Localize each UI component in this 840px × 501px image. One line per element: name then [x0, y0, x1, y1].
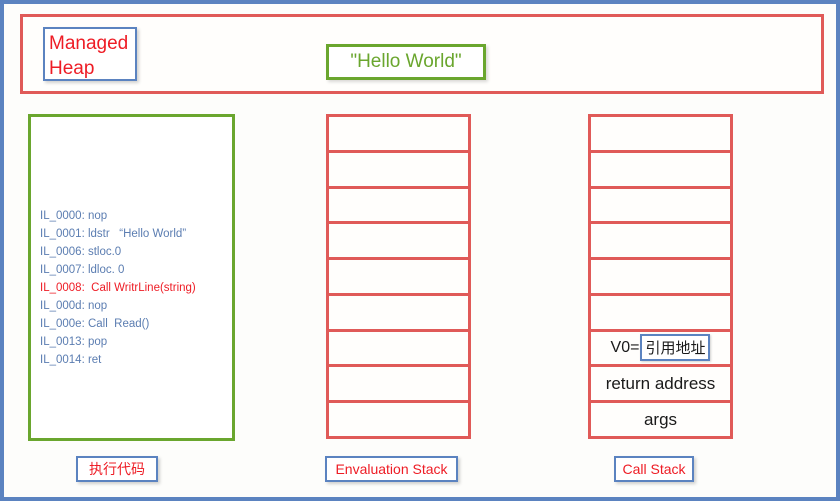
evaluation-stack-cell — [329, 296, 468, 332]
caption-call-stack: Call Stack — [614, 456, 694, 482]
il-code-line: IL_0001: ldstr “Hello World” — [40, 228, 187, 240]
call-stack-args-label: args — [643, 409, 678, 429]
call-stack-v0-label: V0= — [610, 339, 640, 357]
call-stack-cell-args: args — [591, 403, 730, 436]
il-code-list: IL_0000: nop IL_0001: ldstr “Hello World… — [40, 207, 196, 369]
managed-heap-label: Managed Heap — [49, 33, 129, 79]
evaluation-stack-cell — [329, 117, 468, 153]
evaluation-stack-cell — [329, 224, 468, 261]
evaluation-stack-cell — [329, 153, 468, 189]
caption-evaluation-stack: Envaluation Stack — [325, 456, 458, 482]
il-code-line: IL_000e: Call Read() — [40, 318, 150, 330]
il-code-line: IL_0006: stloc.0 — [40, 246, 122, 258]
evaluation-stack-cell — [329, 260, 468, 296]
code-panel: IL_0000: nop IL_0001: ldstr “Hello World… — [28, 114, 235, 441]
managed-heap-label-box: Managed Heap — [43, 27, 137, 81]
call-stack-cell — [591, 260, 730, 296]
evaluation-stack-cell — [329, 403, 468, 436]
managed-heap-container: Managed Heap "Hello World" — [20, 14, 824, 94]
call-stack-cell — [591, 224, 730, 261]
evaluation-stack-cell — [329, 367, 468, 404]
evaluation-stack-cell — [329, 189, 468, 225]
il-code-line-highlighted: IL_0008: Call WritrLine(string) — [40, 282, 196, 294]
evaluation-stack — [326, 114, 471, 439]
call-stack-cell — [591, 296, 730, 332]
call-stack-cell — [591, 189, 730, 225]
heap-string-object-box: "Hello World" — [326, 44, 486, 80]
il-code-line: IL_0014: ret — [40, 354, 102, 366]
call-stack-v0-reference-box: 引用地址 — [640, 333, 711, 361]
call-stack-return-address-label: return address — [605, 373, 716, 393]
call-stack-cell — [591, 153, 730, 189]
il-code-line: IL_0007: ldloc. 0 — [40, 264, 125, 276]
il-code-line: IL_0013: pop — [40, 336, 108, 348]
call-stack-cell-local-variable: V0= 引用地址 — [591, 332, 730, 368]
evaluation-stack-cell — [329, 332, 468, 368]
il-code-line: IL_0000: nop — [40, 210, 108, 222]
call-stack: V0= 引用地址 return address args — [588, 114, 733, 439]
il-code-line: IL_000d: nop — [40, 300, 108, 312]
call-stack-cell-return-address: return address — [591, 367, 730, 404]
diagram-page: Managed Heap "Hello World" IL_0000: nop … — [0, 0, 840, 501]
call-stack-cell — [591, 117, 730, 153]
heap-string-object-label: "Hello World" — [350, 51, 462, 72]
caption-executing-code: 执行代码 — [76, 456, 158, 482]
